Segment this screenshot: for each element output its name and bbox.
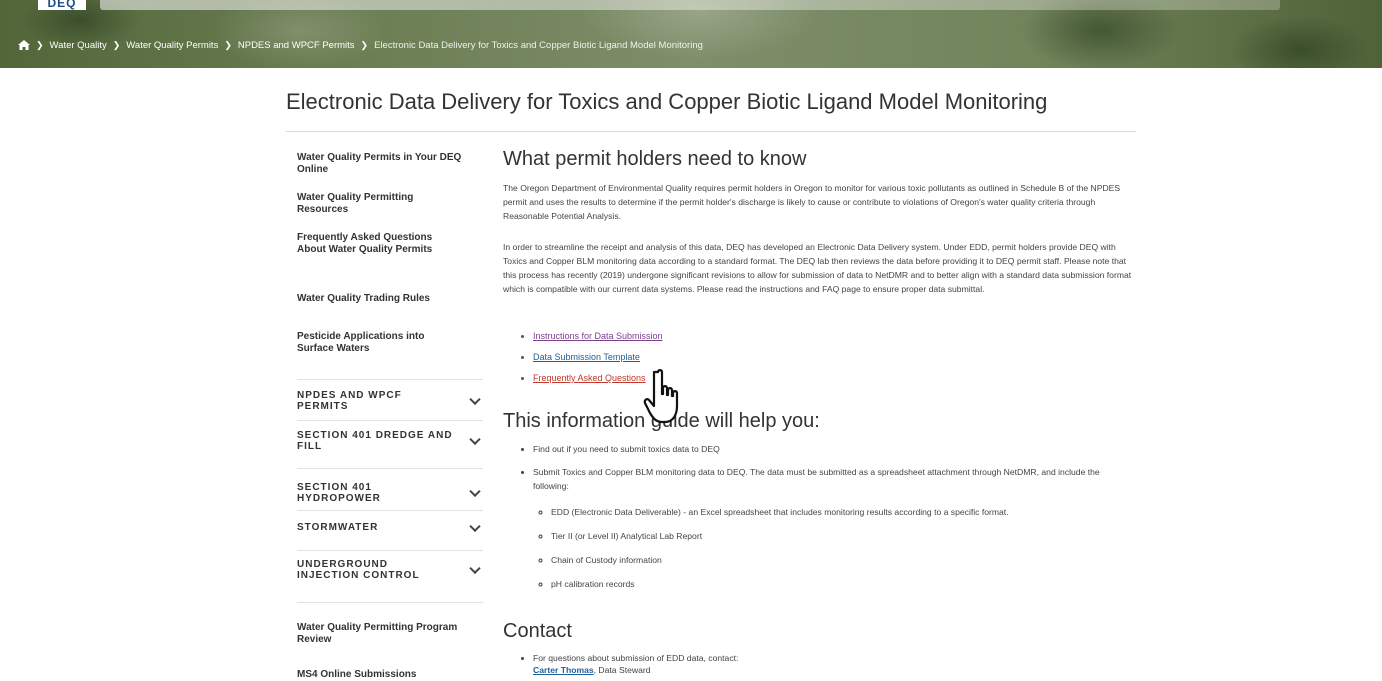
sidebar-cat-label: STORMWATER xyxy=(297,522,379,533)
link-instructions[interactable]: Instructions for Data Submission xyxy=(533,331,663,341)
paragraph-intro: The Oregon Department of Environmental Q… xyxy=(503,183,1121,221)
list-item: Data Submission Template xyxy=(533,351,903,363)
list-item: Tier II (or Level II) Analytical Lab Rep… xyxy=(551,530,1138,542)
sidebar-divider xyxy=(297,550,483,551)
sidebar-cat-label: SECTION 401 DREDGE AND FILL xyxy=(297,430,453,452)
link-template[interactable]: Data Submission Template xyxy=(533,352,640,362)
section-heading-permit-holders: What permit holders need to know xyxy=(503,148,807,170)
sidebar-divider xyxy=(297,379,483,380)
sidebar-cat-hydropower[interactable]: SECTION 401 HYDROPOWER xyxy=(297,482,483,504)
info-guide-list: Find out if you need to submit toxics da… xyxy=(503,442,1138,493)
sidebar-link-program-review[interactable]: Water Quality Permitting Program Review xyxy=(297,622,483,646)
deq-logo[interactable]: DEQ xyxy=(38,0,86,10)
chevron-down-icon xyxy=(469,520,481,532)
sidebar-cat-npdes[interactable]: NPDES AND WPCF PERMITS xyxy=(297,390,483,412)
list-item: Submit Toxics and Copper BLM monitoring … xyxy=(533,465,1133,493)
chevron-down-icon xyxy=(469,562,481,575)
contact-prompt: For questions about submission of EDD da… xyxy=(533,653,739,663)
chevron-down-icon xyxy=(469,393,481,406)
contact-role: , Data Steward xyxy=(593,665,651,675)
sidebar-link-permitting-resources[interactable]: Water Quality Permitting Resources xyxy=(297,192,447,216)
link-faq[interactable]: Frequently Asked Questions xyxy=(533,373,646,383)
breadcrumb-water-quality-permits[interactable]: Water Quality Permits xyxy=(126,40,218,51)
chevron-right-icon: ❯ xyxy=(360,39,369,50)
list-item: pH calibration records xyxy=(551,578,1138,590)
breadcrumb-water-quality[interactable]: Water Quality xyxy=(50,40,107,51)
sidebar-divider xyxy=(297,602,483,603)
sidebar-divider xyxy=(297,420,483,421)
list-item: Chain of Custody information xyxy=(551,554,1138,566)
chevron-right-icon: ❯ xyxy=(36,39,44,50)
chevron-right-icon: ❯ xyxy=(112,39,121,50)
sidebar-cat-uic[interactable]: UNDERGROUND INJECTION CONTROL xyxy=(297,559,483,581)
sidebar-cat-stormwater[interactable]: STORMWATER xyxy=(297,520,483,533)
section-heading-contact: Contact xyxy=(503,620,572,642)
breadcrumb-npdes-wpcf[interactable]: NPDES and WPCF Permits xyxy=(238,40,355,51)
header-tagline-strip xyxy=(100,0,1280,10)
paragraph-edd: In order to streamline the receipt and a… xyxy=(503,242,1132,294)
breadcrumb-current: Electronic Data Delivery for Toxics and … xyxy=(374,39,703,51)
chevron-down-icon xyxy=(469,485,481,498)
sidebar-link-permits-online[interactable]: Water Quality Permits in Your DEQ Online xyxy=(297,152,483,176)
sidebar-cat-dredge-fill[interactable]: SECTION 401 DREDGE AND FILL xyxy=(297,430,483,452)
chevron-right-icon: ❯ xyxy=(224,39,232,50)
list-item: EDD (Electronic Data Deliverable) - an E… xyxy=(551,506,1138,518)
sidebar-link-ms4[interactable]: MS4 Online Submissions xyxy=(297,669,483,681)
contact-list: For questions about submission of EDD da… xyxy=(503,652,1138,676)
sidebar-divider xyxy=(297,510,483,511)
contact-name-link[interactable]: Carter Thomas xyxy=(533,665,594,675)
sidebar-link-pesticide[interactable]: Pesticide Applications into Surface Wate… xyxy=(297,331,447,355)
hand-pointer-cursor-icon xyxy=(643,369,679,424)
sidebar-link-trading-rules[interactable]: Water Quality Trading Rules xyxy=(297,293,483,305)
resource-links-list: Instructions for Data Submission Data Su… xyxy=(503,330,903,384)
page-title: Electronic Data Delivery for Toxics and … xyxy=(286,89,1136,132)
header-banner: DEQ ❯ Water Quality ❯ Water Quality Perm… xyxy=(0,0,1382,68)
chevron-down-icon xyxy=(469,433,481,446)
sidebar-cat-label: UNDERGROUND INJECTION CONTROL xyxy=(297,559,420,581)
list-item: Instructions for Data Submission xyxy=(533,330,903,342)
list-item: Find out if you need to submit toxics da… xyxy=(533,442,1138,456)
breadcrumb: ❯ Water Quality ❯ Water Quality Permits … xyxy=(18,36,703,54)
home-icon[interactable] xyxy=(18,40,30,50)
sidebar-link-faq[interactable]: Frequently Asked Questions About Water Q… xyxy=(297,232,457,256)
submission-items-list: EDD (Electronic Data Deliverable) - an E… xyxy=(503,506,1138,590)
sidebar-cat-label: NPDES AND WPCF PERMITS xyxy=(297,390,402,412)
sidebar-cat-label: SECTION 401 HYDROPOWER xyxy=(297,482,381,504)
list-item: For questions about submission of EDD da… xyxy=(533,652,1138,676)
list-item: Frequently Asked Questions xyxy=(533,372,903,384)
sidebar-divider xyxy=(297,468,483,469)
